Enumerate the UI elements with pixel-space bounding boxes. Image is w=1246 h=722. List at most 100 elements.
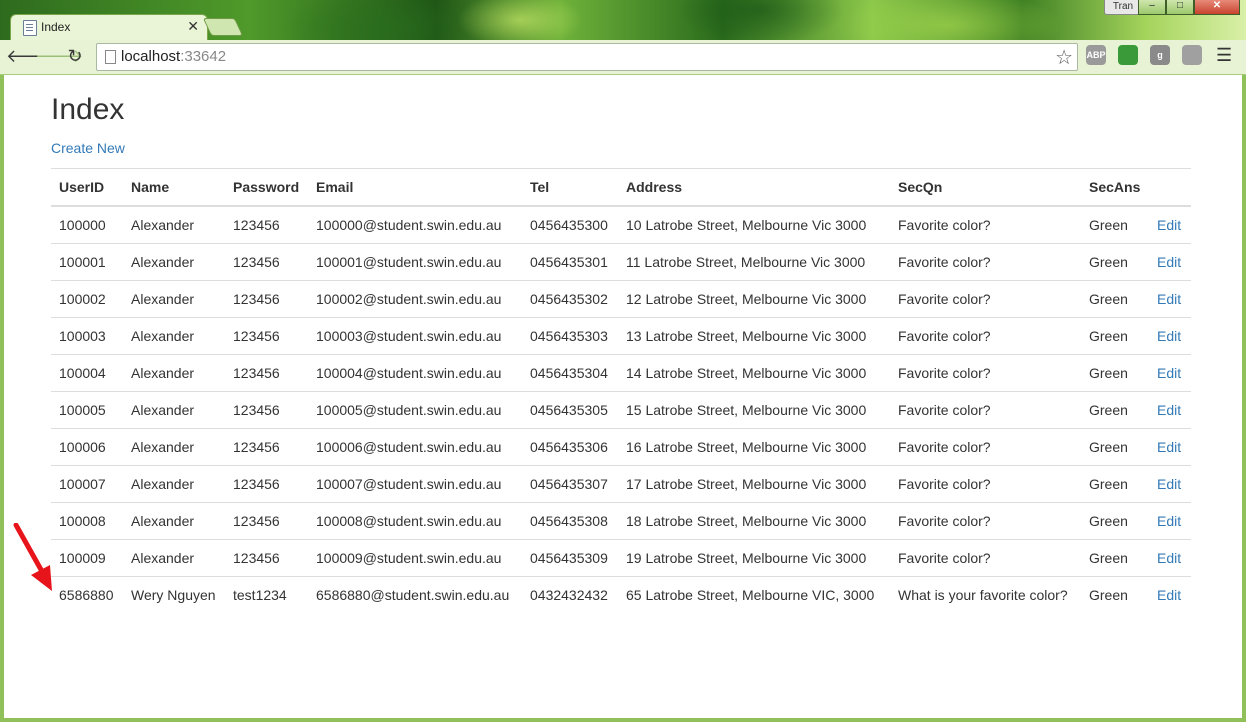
table-cell: 100001@student.swin.edu.au	[308, 243, 522, 281]
edit-link[interactable]: Edit	[1157, 439, 1181, 455]
edit-link[interactable]: Edit	[1157, 291, 1181, 307]
table-cell: 123456	[225, 280, 308, 318]
new-tab-button[interactable]	[202, 18, 244, 36]
table-cell: Alexander	[123, 317, 225, 355]
table-cell: 100009	[51, 539, 123, 577]
actions-cell: Edit	[1149, 243, 1191, 281]
table-cell: Favorite color?	[890, 502, 1081, 540]
table-header-row: UserID Name Password Email Tel Address S…	[51, 168, 1191, 207]
profile-button[interactable]: Tran	[1104, 0, 1142, 15]
table-cell: Green	[1081, 317, 1149, 355]
table-cell: 0456435304	[522, 354, 618, 392]
table-cell: 11 Latrobe Street, Melbourne Vic 3000	[618, 243, 890, 281]
create-new-link[interactable]: Create New	[51, 138, 1191, 158]
actions-cell: Edit	[1149, 576, 1191, 613]
table-cell: 100007@student.swin.edu.au	[308, 465, 522, 503]
table-cell: 100005@student.swin.edu.au	[308, 391, 522, 429]
table-cell: 100008	[51, 502, 123, 540]
table-row: 100007 Alexander 123456 100007@student.swin…	[51, 465, 1191, 503]
table-cell: 123456	[225, 243, 308, 281]
minimize-button[interactable]: –	[1138, 0, 1166, 15]
table-cell: 100006@student.swin.edu.au	[308, 428, 522, 466]
edit-link[interactable]: Edit	[1157, 328, 1181, 344]
edit-link[interactable]: Edit	[1157, 365, 1181, 381]
table-cell: 123456	[225, 391, 308, 429]
table-cell: Green	[1081, 391, 1149, 429]
bookmark-star-icon[interactable]: ☆	[1055, 45, 1073, 70]
table-cell: 100002	[51, 280, 123, 318]
table-cell: Green	[1081, 280, 1149, 318]
table-row: 100004 Alexander 123456 100004@student.swin…	[51, 354, 1191, 392]
table-cell: 15 Latrobe Street, Melbourne Vic 3000	[618, 391, 890, 429]
adblock-icon[interactable]: ABP	[1086, 45, 1106, 65]
column-header: SecAns	[1081, 168, 1149, 207]
table-cell: 0456435305	[522, 391, 618, 429]
table-cell: 12 Latrobe Street, Melbourne Vic 3000	[618, 280, 890, 318]
table-cell: 100000	[51, 205, 123, 244]
edit-link[interactable]: Edit	[1157, 402, 1181, 418]
browser-tab[interactable]: Index ✕	[10, 14, 208, 41]
maximize-button[interactable]: □	[1166, 0, 1194, 15]
table-cell: 100006	[51, 428, 123, 466]
table-cell: Favorite color?	[890, 317, 1081, 355]
bookmark-extension-icon[interactable]	[1118, 45, 1138, 65]
table-cell: Favorite color?	[890, 539, 1081, 577]
edit-link[interactable]: Edit	[1157, 587, 1181, 603]
table-cell: Wery Nguyen	[123, 576, 225, 613]
table-cell: Alexander	[123, 280, 225, 318]
table-cell: 100008@student.swin.edu.au	[308, 502, 522, 540]
page-favicon-icon	[23, 20, 37, 36]
table-row: 6586880 Wery Nguyen test1234 6586880@studen…	[51, 576, 1191, 613]
address-bar[interactable]: localhost:33642 ☆	[96, 43, 1078, 71]
url-text[interactable]: localhost:33642	[121, 48, 226, 65]
annotation-arrow-icon	[13, 523, 52, 591]
edit-link[interactable]: Edit	[1157, 550, 1181, 566]
page-icon	[105, 50, 116, 64]
table-cell: 0456435307	[522, 465, 618, 503]
edit-link[interactable]: Edit	[1157, 254, 1181, 270]
table-row: 100008 Alexander 123456 100008@student.swin…	[51, 502, 1191, 540]
tab-close-icon[interactable]: ✕	[187, 18, 199, 35]
table-cell: 123456	[225, 354, 308, 392]
table-cell: 100005	[51, 391, 123, 429]
google-extension-icon[interactable]: g	[1150, 45, 1170, 65]
table-cell: 0456435308	[522, 502, 618, 540]
table-cell: Green	[1081, 502, 1149, 540]
users-table: UserID Name Password Email Tel Address S…	[51, 168, 1191, 613]
table-cell: Green	[1081, 465, 1149, 503]
table-cell: 100004	[51, 354, 123, 392]
browser-toolbar: 🡐 🡒 ↻ localhost:33642 ☆ ABP g ☰	[0, 40, 1246, 75]
table-cell: Alexander	[123, 354, 225, 392]
table-cell: 123456	[225, 205, 308, 244]
forward-button[interactable]: 🡒	[35, 45, 83, 67]
close-window-button[interactable]: ✕	[1194, 0, 1240, 15]
table-cell: 0456435300	[522, 205, 618, 244]
page-viewport: Index Create New UserID Name Password Em…	[4, 75, 1242, 718]
table-cell: 100002@student.swin.edu.au	[308, 280, 522, 318]
actions-cell: Edit	[1149, 317, 1191, 355]
table-cell: 19 Latrobe Street, Melbourne Vic 3000	[618, 539, 890, 577]
content-container: Index Create New UserID Name Password Em…	[51, 75, 1191, 613]
column-header: Tel	[522, 168, 618, 207]
table-cell: 6586880	[51, 576, 123, 613]
actions-cell: Edit	[1149, 280, 1191, 318]
actions-header	[1149, 168, 1191, 207]
table-cell: Favorite color?	[890, 391, 1081, 429]
reload-button[interactable]: ↻	[63, 45, 87, 67]
browser-menu-icon[interactable]: ☰	[1216, 45, 1232, 66]
edit-link[interactable]: Edit	[1157, 476, 1181, 492]
back-button[interactable]: 🡐	[6, 45, 54, 67]
edit-link[interactable]: Edit	[1157, 217, 1181, 233]
table-cell: Favorite color?	[890, 243, 1081, 281]
table-cell: 0456435309	[522, 539, 618, 577]
window-controls: – □ ✕	[1138, 0, 1240, 15]
table-cell: 0456435303	[522, 317, 618, 355]
table-cell: 100004@student.swin.edu.au	[308, 354, 522, 392]
table-cell: 10 Latrobe Street, Melbourne Vic 3000	[618, 205, 890, 244]
rss-icon[interactable]	[1182, 45, 1202, 65]
edit-link[interactable]: Edit	[1157, 513, 1181, 529]
table-cell: Alexander	[123, 539, 225, 577]
table-row: 100003 Alexander 123456 100003@student.swin…	[51, 317, 1191, 355]
actions-cell: Edit	[1149, 465, 1191, 503]
table-cell: 13 Latrobe Street, Melbourne Vic 3000	[618, 317, 890, 355]
